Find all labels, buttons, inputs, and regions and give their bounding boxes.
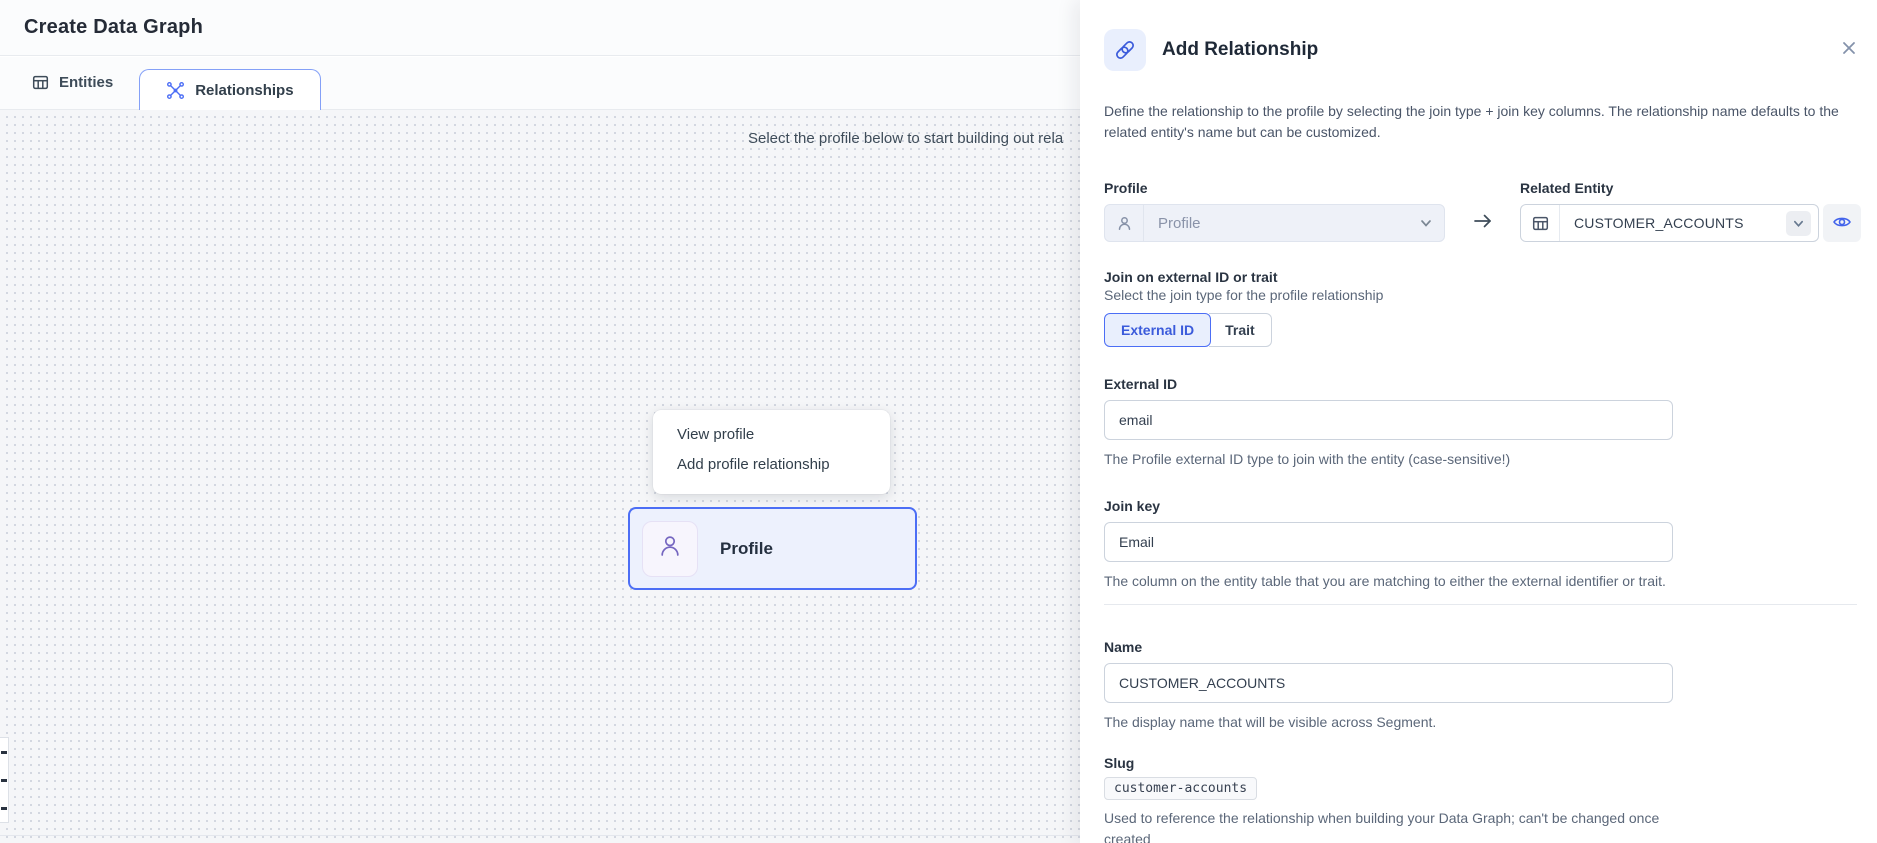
name-helper: The display name that will be visible ac… bbox=[1104, 712, 1673, 733]
eye-icon bbox=[1832, 212, 1852, 235]
name-input[interactable] bbox=[1104, 663, 1673, 703]
canvas-zoom-controls[interactable] bbox=[0, 737, 9, 823]
join-key-label: Join key bbox=[1104, 498, 1673, 514]
table-icon bbox=[32, 74, 49, 91]
profile-node-label: Profile bbox=[720, 539, 773, 559]
join-type-toggle: External ID Trait bbox=[1104, 313, 1272, 347]
canvas-edge bbox=[0, 835, 1080, 836]
create-data-graph-screen: Create Data Graph Entities bbox=[0, 0, 1877, 843]
external-id-label: External ID bbox=[1104, 376, 1673, 392]
relationship-row: Profile Profile bbox=[1104, 180, 1861, 242]
panel-description: Define the relationship to the profile b… bbox=[1104, 101, 1860, 143]
tab-entities-label: Entities bbox=[59, 74, 113, 91]
close-icon[interactable] bbox=[1839, 38, 1859, 58]
join-key-input[interactable] bbox=[1104, 522, 1673, 562]
menu-item-view-profile[interactable]: View profile bbox=[653, 419, 890, 449]
related-entity-value: CUSTOMER_ACCOUNTS bbox=[1560, 215, 1744, 231]
external-id-field: External ID The Profile external ID type… bbox=[1104, 376, 1673, 470]
fit-view-icon bbox=[1, 807, 7, 810]
slug-section: Slug customer-accounts Used to reference… bbox=[1104, 755, 1673, 843]
section-divider bbox=[1104, 604, 1857, 605]
arrow-right-icon bbox=[1445, 180, 1520, 240]
trait-toggle-button[interactable]: Trait bbox=[1209, 313, 1272, 347]
profile-select[interactable]: Profile bbox=[1104, 204, 1445, 242]
profile-select-value: Profile bbox=[1144, 215, 1201, 232]
zoom-in-icon bbox=[1, 751, 7, 754]
chevron-down-icon bbox=[1420, 217, 1432, 229]
zoom-out-icon bbox=[1, 779, 7, 782]
name-label: Name bbox=[1104, 639, 1673, 655]
table-icon bbox=[1521, 205, 1559, 241]
person-icon bbox=[656, 532, 684, 565]
profile-node-icon-box bbox=[642, 521, 698, 577]
canvas-hint-text: Select the profile below to start buildi… bbox=[748, 130, 1063, 147]
join-type-section: Join on external ID or trait Select the … bbox=[1104, 269, 1855, 347]
tab-relationships[interactable]: Relationships bbox=[139, 69, 320, 110]
panel-title: Add Relationship bbox=[1162, 39, 1318, 61]
person-icon bbox=[1105, 205, 1143, 241]
preview-entity-button[interactable] bbox=[1823, 204, 1861, 242]
menu-item-add-profile-relationship[interactable]: Add profile relationship bbox=[653, 449, 890, 479]
join-type-label: Join on external ID or trait bbox=[1104, 269, 1855, 285]
profile-select-label: Profile bbox=[1104, 180, 1445, 196]
graph-icon bbox=[166, 81, 185, 100]
join-key-field: Join key The column on the entity table … bbox=[1104, 498, 1673, 592]
external-id-input[interactable] bbox=[1104, 400, 1673, 440]
join-key-helper: The column on the entity table that you … bbox=[1104, 571, 1673, 592]
tab-entities[interactable]: Entities bbox=[6, 56, 139, 109]
join-type-sublabel: Select the join type for the profile rel… bbox=[1104, 287, 1855, 303]
name-field: Name The display name that will be visib… bbox=[1104, 639, 1673, 733]
slug-value: customer-accounts bbox=[1104, 777, 1257, 800]
slug-label: Slug bbox=[1104, 755, 1673, 771]
node-context-menu: View profile Add profile relationship bbox=[653, 410, 890, 494]
link-icon bbox=[1104, 29, 1146, 71]
related-entity-select[interactable]: CUSTOMER_ACCOUNTS bbox=[1520, 204, 1819, 242]
page-title: Create Data Graph bbox=[24, 16, 203, 39]
chevron-down-icon bbox=[1786, 211, 1811, 236]
panel-header: Add Relationship bbox=[1104, 29, 1855, 71]
external-id-toggle-button[interactable]: External ID bbox=[1104, 313, 1211, 347]
related-entity-label: Related Entity bbox=[1520, 180, 1861, 196]
tab-relationships-label: Relationships bbox=[195, 82, 293, 99]
external-id-helper: The Profile external ID type to join wit… bbox=[1104, 449, 1673, 470]
slug-helper: Used to reference the relationship when … bbox=[1104, 808, 1673, 843]
profile-node[interactable]: Profile bbox=[628, 507, 917, 590]
add-relationship-panel: Add Relationship Define the relationship… bbox=[1080, 0, 1877, 843]
